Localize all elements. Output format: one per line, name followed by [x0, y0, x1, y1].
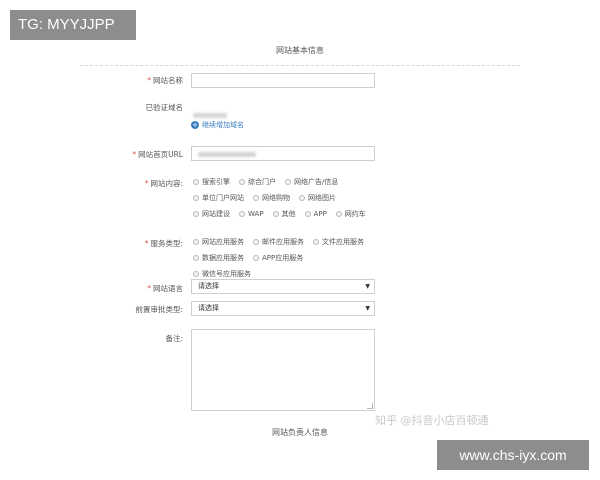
site-name-label: * 网站名称	[113, 75, 183, 86]
radio-website-building[interactable]: 网站建设	[193, 209, 230, 219]
site-name-input[interactable]	[191, 73, 375, 88]
site-language-label: * 网站语言	[113, 283, 183, 294]
service-type-label-text: 服务类型:	[150, 239, 183, 248]
radio-button-icon	[299, 195, 305, 201]
tg-badge: TG: MYYJJPP	[10, 10, 136, 40]
caret-down-icon: ▼	[365, 283, 370, 290]
radio-button-icon	[253, 255, 259, 261]
plus-circle-icon: +	[191, 121, 199, 129]
required-mark: *	[144, 239, 149, 248]
radio-web-app-service[interactable]: 网站应用服务	[193, 237, 244, 247]
radio-button-icon	[335, 211, 342, 217]
radio-button-icon	[193, 255, 199, 261]
site-content-label-text: 网站内容:	[150, 179, 183, 188]
radio-button-icon	[253, 195, 259, 201]
add-domain-link[interactable]: + 继续增加域名	[191, 120, 244, 130]
radio-app[interactable]: APP	[304, 209, 327, 219]
radio-unit-portal[interactable]: 单位门户网站	[193, 193, 244, 203]
radio-wechat-service[interactable]: 微信号应用服务	[193, 269, 251, 279]
radio-data-service[interactable]: 数据应用服务	[193, 253, 244, 263]
radio-label: 其他	[281, 210, 296, 218]
service-type-radio-group: 网站应用服务 邮件应用服务 文件应用服务 数据应用服务 APP应用服务 微信号应…	[193, 237, 378, 279]
remarks-label-text: 备注:	[165, 334, 183, 343]
radio-label: 邮件应用服务	[262, 238, 304, 246]
site-language-label-text: 网站语言	[153, 284, 183, 293]
required-mark: *	[147, 284, 151, 293]
section-title: 网站基本信息	[276, 46, 324, 55]
pre-approval-type-select[interactable]: 请选择 ▼	[191, 301, 375, 316]
required-mark: *	[147, 76, 151, 85]
radio-online-shopping[interactable]: 网络购物	[253, 193, 290, 203]
remarks-textarea[interactable]	[191, 329, 375, 411]
radio-button-icon	[285, 179, 291, 185]
radio-search-engine[interactable]: 搜索引擎	[193, 177, 230, 187]
remarks-label: 备注:	[113, 333, 183, 344]
radio-label: 网站应用服务	[202, 238, 244, 246]
resize-grip-icon[interactable]	[367, 403, 373, 409]
homepage-url-input[interactable]	[191, 146, 375, 161]
required-mark: *	[132, 150, 137, 159]
radio-label: 网络购物	[262, 194, 290, 202]
add-domain-link-label: 继续增加域名	[202, 121, 244, 129]
radio-label: 文件应用服务	[322, 238, 364, 246]
radio-label: WAP	[248, 210, 264, 218]
radio-button-icon	[193, 271, 199, 277]
blurred-url	[198, 152, 256, 157]
site-content-radio-group: 搜索引擎 综合门户 网络广告/信息 单位门户网站 网络购物 网络图片 网站建设 …	[193, 177, 383, 219]
radio-button-icon	[239, 179, 245, 185]
site-language-select[interactable]: 请选择 ▼	[191, 279, 375, 294]
site-content-label: * 网站内容:	[113, 178, 183, 189]
radio-label: 数据应用服务	[202, 254, 244, 262]
radio-app-service[interactable]: APP应用服务	[253, 253, 303, 263]
url-badge: www.chs-iyx.com	[437, 440, 589, 470]
radio-label: 微信号应用服务	[202, 270, 251, 278]
radio-label: 综合门户	[248, 178, 276, 186]
verified-domain-label: 已验证域名	[113, 102, 184, 113]
radio-label: APP	[313, 210, 327, 218]
radio-portal[interactable]: 综合门户	[239, 177, 276, 187]
divider	[80, 65, 520, 66]
radio-button-icon	[272, 211, 279, 217]
radio-button-icon	[193, 239, 199, 245]
radio-label: 搜索引擎	[202, 178, 230, 186]
radio-button-icon	[304, 211, 311, 217]
radio-file-service[interactable]: 文件应用服务	[313, 237, 364, 247]
radio-mail-service[interactable]: 邮件应用服务	[253, 237, 304, 247]
radio-label: 网站建设	[202, 210, 230, 218]
blurred-domain	[193, 113, 227, 118]
radio-other[interactable]: 其他	[272, 209, 296, 219]
required-mark: *	[144, 179, 149, 188]
caret-down-icon: ▼	[365, 305, 370, 312]
select-value: 请选择	[198, 304, 219, 312]
radio-label: 网络图片	[308, 194, 336, 202]
homepage-url-label-text: 网站首页URL	[138, 150, 183, 159]
radio-network-images[interactable]: 网络图片	[299, 193, 336, 203]
watermark: 知乎 @抖音小店百顿通	[375, 414, 489, 427]
radio-button-icon	[193, 179, 199, 185]
pre-approval-type-label: 前置审批类型:	[113, 304, 183, 315]
service-type-label: * 服务类型:	[113, 238, 183, 249]
pre-approval-type-label-text: 前置审批类型:	[135, 305, 183, 314]
site-name-label-text: 网站名称	[153, 76, 183, 85]
radio-label: APP应用服务	[262, 254, 304, 262]
section-title-bottom: 网站负责人信息	[272, 428, 328, 437]
radio-label: 网络广告/信息	[294, 178, 339, 186]
homepage-url-label: * 网站首页URL	[113, 149, 183, 160]
radio-label: 单位门户网站	[202, 194, 244, 202]
select-value: 请选择	[198, 282, 219, 290]
radio-button-icon	[253, 239, 259, 245]
radio-button-icon	[193, 195, 199, 201]
radio-label: 网约车	[344, 210, 366, 218]
radio-button-icon	[239, 211, 245, 217]
radio-network-ads[interactable]: 网络广告/信息	[285, 177, 338, 187]
radio-button-icon	[313, 239, 319, 245]
radio-button-icon	[193, 211, 199, 217]
verified-domain-label-text: 已验证域名	[145, 103, 184, 112]
radio-wap[interactable]: WAP	[239, 209, 264, 219]
radio-ride-hailing[interactable]: 网约车	[335, 209, 366, 219]
